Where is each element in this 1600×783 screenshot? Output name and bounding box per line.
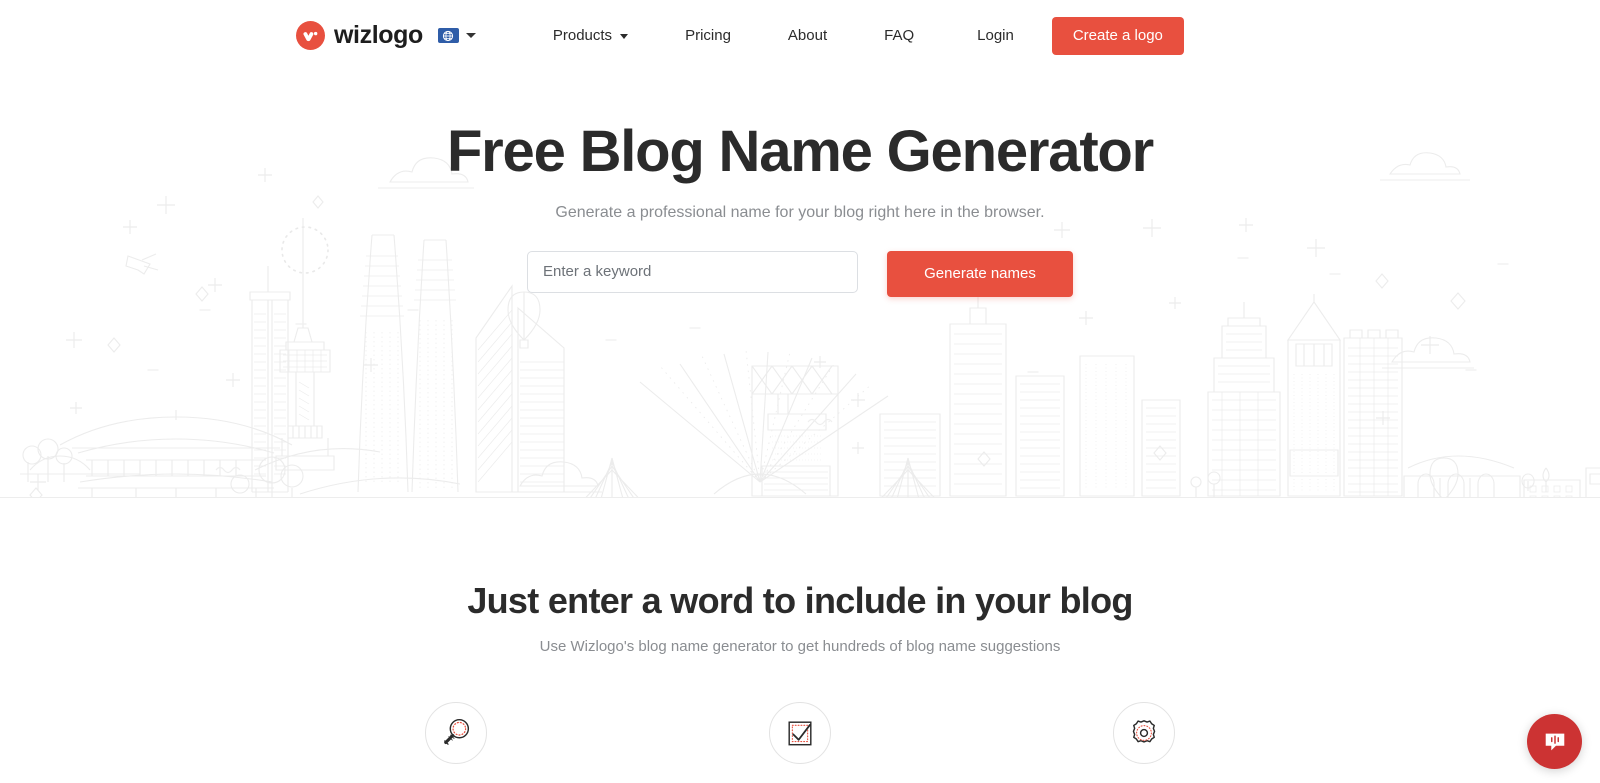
language-switcher[interactable] (437, 28, 476, 43)
feature-icons-row (0, 702, 1600, 764)
nav-item-faq[interactable]: FAQ (884, 27, 914, 44)
feature-item-check (628, 702, 972, 764)
feature-circle (1113, 702, 1175, 764)
feature-item-search (284, 702, 628, 764)
brand-name-text: wizlogo (334, 21, 423, 49)
main-navigation: Products Pricing About FAQ (553, 27, 914, 44)
keyword-search-form: Generate names (0, 250, 1600, 297)
nav-item-about[interactable]: About (788, 27, 827, 44)
keyword-input[interactable] (527, 250, 858, 293)
features-section: Just enter a word to include in your blo… (0, 498, 1600, 764)
page-root: wizlogo Products Pricing About FAQ Login… (0, 0, 1600, 783)
nav-item-label: Pricing (685, 27, 731, 44)
site-header: wizlogo Products Pricing About FAQ Login… (0, 0, 1600, 71)
nav-item-pricing[interactable]: Pricing (685, 27, 731, 44)
chat-widget-button[interactable] (1527, 714, 1582, 769)
page-title: Free Blog Name Generator (446, 119, 1154, 184)
brand-logo-link[interactable]: wizlogo (296, 21, 423, 50)
features-title: Just enter a word to include in your blo… (467, 580, 1133, 621)
hero-subtitle: Generate a professional name for your bl… (555, 203, 1045, 221)
features-subtitle: Use Wizlogo's blog name generator to get… (539, 638, 1061, 655)
header-actions: Login Create a logo (977, 16, 1184, 55)
chevron-down-icon (620, 34, 629, 39)
wizlogo-w-mark-icon (296, 21, 325, 50)
nav-item-label: Products (552, 27, 613, 44)
generate-names-button[interactable]: Generate names (887, 250, 1073, 297)
magnifier-icon (444, 718, 470, 745)
feature-item-gear (972, 702, 1316, 764)
hero-content: Free Blog Name Generator Generate a prof… (0, 71, 1600, 297)
feature-circle (769, 702, 831, 764)
create-a-logo-button[interactable]: Create a logo (1051, 16, 1184, 55)
nav-item-label: About (787, 27, 828, 44)
nav-item-label: FAQ (884, 27, 915, 44)
login-link[interactable]: Login (977, 27, 1014, 44)
feature-circle (425, 702, 487, 764)
chevron-down-icon (465, 33, 476, 38)
checkbox-check-icon (788, 721, 812, 746)
globe-icon (437, 28, 459, 43)
gear-icon (1132, 720, 1156, 743)
nav-item-products[interactable]: Products (552, 27, 629, 44)
hero-section: Free Blog Name Generator Generate a prof… (0, 71, 1600, 498)
chat-bubble-waveform-icon (1545, 733, 1564, 750)
